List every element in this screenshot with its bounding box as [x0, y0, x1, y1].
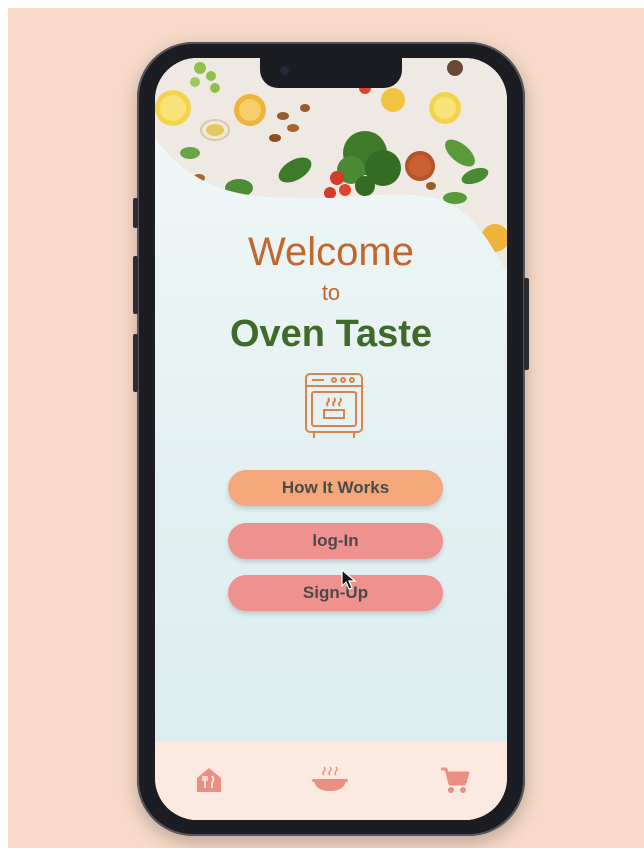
login-button[interactable]: log-In [228, 523, 443, 559]
app-screen: Welcome to Oven Taste How It Works log-I… [155, 58, 507, 820]
signup-button[interactable]: Sign-Up [228, 575, 443, 611]
camera-icon [280, 66, 289, 75]
notch [260, 58, 402, 88]
phone-frame: Welcome to Oven Taste How It Works log-I… [133, 42, 529, 836]
brand-title: Oven Taste [229, 313, 433, 355]
bottom-nav [155, 742, 507, 820]
mouse-pointer-icon [341, 569, 357, 590]
how-it-works-button[interactable]: How It Works [228, 470, 443, 506]
power-button [524, 278, 529, 370]
oven-icon [305, 373, 363, 438]
welcome-heading: Welcome [248, 230, 414, 274]
welcome-to-text: to [321, 280, 341, 305]
dish-icon[interactable] [311, 764, 349, 796]
silent-switch [133, 198, 138, 228]
home-icon[interactable] [193, 764, 225, 796]
volume-down-button [133, 334, 138, 392]
cart-icon[interactable] [439, 764, 471, 796]
volume-up-button [133, 256, 138, 314]
